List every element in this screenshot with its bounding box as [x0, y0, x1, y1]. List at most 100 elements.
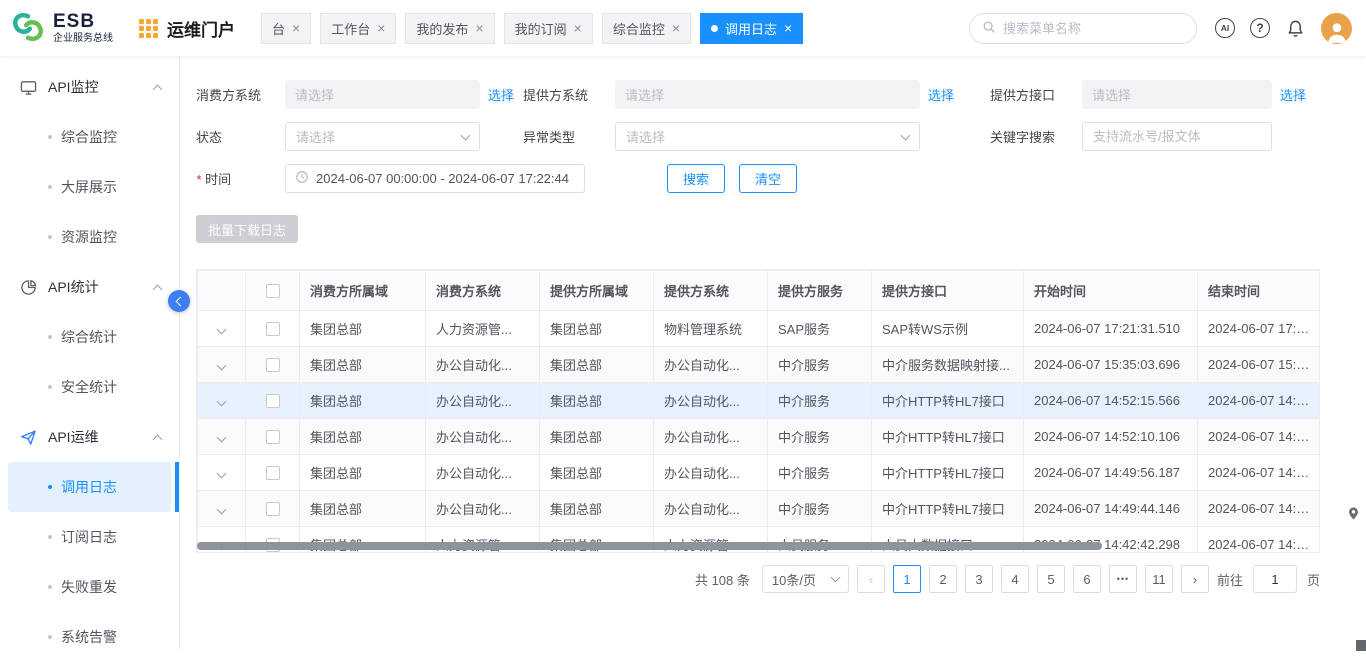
sidebar-item[interactable]: 综合统计 — [8, 312, 171, 362]
consumer-system-select-link[interactable]: 选择 — [488, 85, 514, 104]
tab[interactable]: 台× — [261, 13, 311, 44]
avatar[interactable] — [1321, 13, 1352, 44]
table-cell: 办公自动化... — [654, 419, 768, 455]
sidebar-group[interactable]: API监控 — [0, 62, 179, 112]
page-size-select[interactable]: 10条/页 — [762, 565, 849, 593]
sidebar-group[interactable]: API运维 — [0, 412, 179, 462]
provider-system-select-link[interactable]: 选择 — [928, 85, 954, 104]
table-cell: SAP服务 — [768, 311, 872, 347]
sidebar-item[interactable]: 调用日志 — [8, 462, 171, 512]
tab-close-icon[interactable]: × — [377, 21, 385, 35]
table-cell: SAP转WS示例 — [872, 311, 1024, 347]
row-expand-icon[interactable] — [217, 469, 227, 479]
keyword-input[interactable] — [1082, 122, 1272, 151]
help-icon[interactable]: ? — [1250, 18, 1270, 38]
row-expand-icon[interactable] — [217, 361, 227, 371]
bell-icon[interactable] — [1285, 18, 1306, 39]
page-button[interactable]: 2 — [929, 565, 957, 593]
table-cell: 2024-06-07 14:52:10.106 — [1024, 419, 1198, 455]
tab[interactable]: 调用日志× — [700, 13, 803, 44]
tab-close-icon[interactable]: × — [672, 21, 680, 35]
table-row[interactable]: 集团总部办公自动化...集团总部办公自动化...中介服务中介HTTP转HL7接口… — [198, 383, 1321, 419]
sidebar-collapse-button[interactable] — [168, 290, 190, 312]
row-checkbox[interactable] — [266, 322, 280, 336]
horizontal-scrollbar[interactable] — [197, 542, 1319, 550]
sidebar-group[interactable]: API统计 — [0, 262, 179, 312]
status-select[interactable]: 请选择 — [285, 122, 480, 151]
page-button[interactable]: 3 — [965, 565, 993, 593]
status-label: 状态 — [196, 127, 285, 146]
page-button[interactable]: 11 — [1145, 565, 1173, 593]
tab-close-icon[interactable]: × — [784, 21, 792, 35]
row-checkbox[interactable] — [266, 466, 280, 480]
tab-close-icon[interactable]: × — [292, 21, 300, 35]
provider-system-input[interactable]: 请选择 — [615, 80, 920, 109]
page-button[interactable]: 1 — [893, 565, 921, 593]
tab[interactable]: 我的发布× — [405, 13, 494, 44]
consumer-system-input[interactable]: 请选择 — [285, 80, 480, 109]
sidebar-item[interactable]: 安全统计 — [8, 362, 171, 412]
column-header: 结束时间 — [1198, 271, 1321, 311]
scrollbar-thumb[interactable] — [197, 542, 1102, 550]
table-cell: 中介HTTP转HL7接口 — [872, 491, 1024, 527]
total-count: 共 108 条 — [695, 570, 750, 589]
row-expand-icon[interactable] — [217, 505, 227, 515]
table-row[interactable]: 集团总部办公自动化...集团总部办公自动化...中介服务中介HTTP转HL7接口… — [198, 491, 1321, 527]
search-input[interactable] — [1003, 21, 1184, 36]
table-row[interactable]: 集团总部办公自动化...集团总部办公自动化...中介服务中介HTTP转HL7接口… — [198, 419, 1321, 455]
sidebar-item[interactable]: 资源监控 — [8, 212, 171, 262]
page-button[interactable]: 4 — [1001, 565, 1029, 593]
goto-page-input[interactable] — [1253, 565, 1297, 593]
bullet-icon — [48, 485, 52, 489]
header-actions: AI ? — [1215, 13, 1352, 44]
search-icon — [982, 20, 996, 37]
row-checkbox[interactable] — [266, 394, 280, 408]
expand-cell — [198, 311, 246, 347]
sidebar-group-label: API监控 — [48, 77, 154, 97]
sidebar-item[interactable]: 综合监控 — [8, 112, 171, 162]
time-range-input[interactable]: 2024-06-07 00:00:00 - 2024-06-07 17:22:4… — [285, 164, 585, 193]
row-expand-icon[interactable] — [217, 433, 227, 443]
tab[interactable]: 工作台× — [320, 13, 396, 44]
sidebar-item[interactable]: 系统告警 — [8, 612, 171, 662]
sidebar-item[interactable]: 失败重发 — [8, 562, 171, 612]
select-all-checkbox[interactable] — [266, 284, 280, 298]
search-button[interactable]: 搜索 — [667, 164, 725, 193]
provider-interface-select-link[interactable]: 选择 — [1280, 85, 1306, 104]
sidebar: API监控综合监控大屏展示资源监控API统计综合统计安全统计API运维调用日志订… — [0, 56, 180, 651]
next-page-button[interactable]: › — [1181, 565, 1209, 593]
menu-search[interactable] — [969, 13, 1197, 44]
table-cell: 2024-06-07 14:52:03... — [1198, 455, 1321, 491]
provider-system-label: 提供方系统 — [523, 85, 615, 104]
row-expand-icon[interactable] — [217, 397, 227, 407]
clear-button[interactable]: 清空 — [739, 164, 797, 193]
provider-interface-input[interactable]: 请选择 — [1082, 80, 1272, 109]
row-checkbox[interactable] — [266, 430, 280, 444]
batch-download-button[interactable]: 批量下载日志 — [196, 215, 298, 243]
monitor-icon — [19, 78, 37, 96]
bullet-icon — [48, 535, 52, 539]
row-checkbox[interactable] — [266, 502, 280, 516]
prev-page-button[interactable]: ‹ — [857, 565, 885, 593]
table-row[interactable]: 集团总部办公自动化...集团总部办公自动化...中介服务中介HTTP转HL7接口… — [198, 455, 1321, 491]
table-cell: 办公自动化... — [426, 383, 540, 419]
tab[interactable]: 综合监控× — [602, 13, 691, 44]
tab[interactable]: 我的订阅× — [504, 13, 593, 44]
ai-assistant-icon[interactable]: AI — [1215, 18, 1235, 38]
table-row[interactable]: 集团总部人力资源管...集团总部物料管理系统SAP服务SAP转WS示例2024-… — [198, 311, 1321, 347]
page-button[interactable]: 6 — [1073, 565, 1101, 593]
checkbox-cell — [246, 347, 300, 383]
sidebar-item[interactable]: 大屏展示 — [8, 162, 171, 212]
row-expand-icon[interactable] — [217, 325, 227, 335]
table-row[interactable]: 集团总部办公自动化...集团总部办公自动化...中介服务中介服务数据映射接...… — [198, 347, 1321, 383]
tab-close-icon[interactable]: × — [475, 21, 483, 35]
exception-type-select[interactable]: 请选择 — [615, 122, 920, 151]
location-pin-icon[interactable] — [1346, 506, 1361, 524]
row-checkbox[interactable] — [266, 358, 280, 372]
page-ellipsis-button[interactable]: ••• — [1109, 565, 1137, 593]
column-header: 提供方服务 — [768, 271, 872, 311]
sidebar-item[interactable]: 订阅日志 — [8, 512, 171, 562]
portal-switcher[interactable]: 运维门户 — [139, 16, 235, 41]
page-button[interactable]: 5 — [1037, 565, 1065, 593]
tab-close-icon[interactable]: × — [574, 21, 582, 35]
